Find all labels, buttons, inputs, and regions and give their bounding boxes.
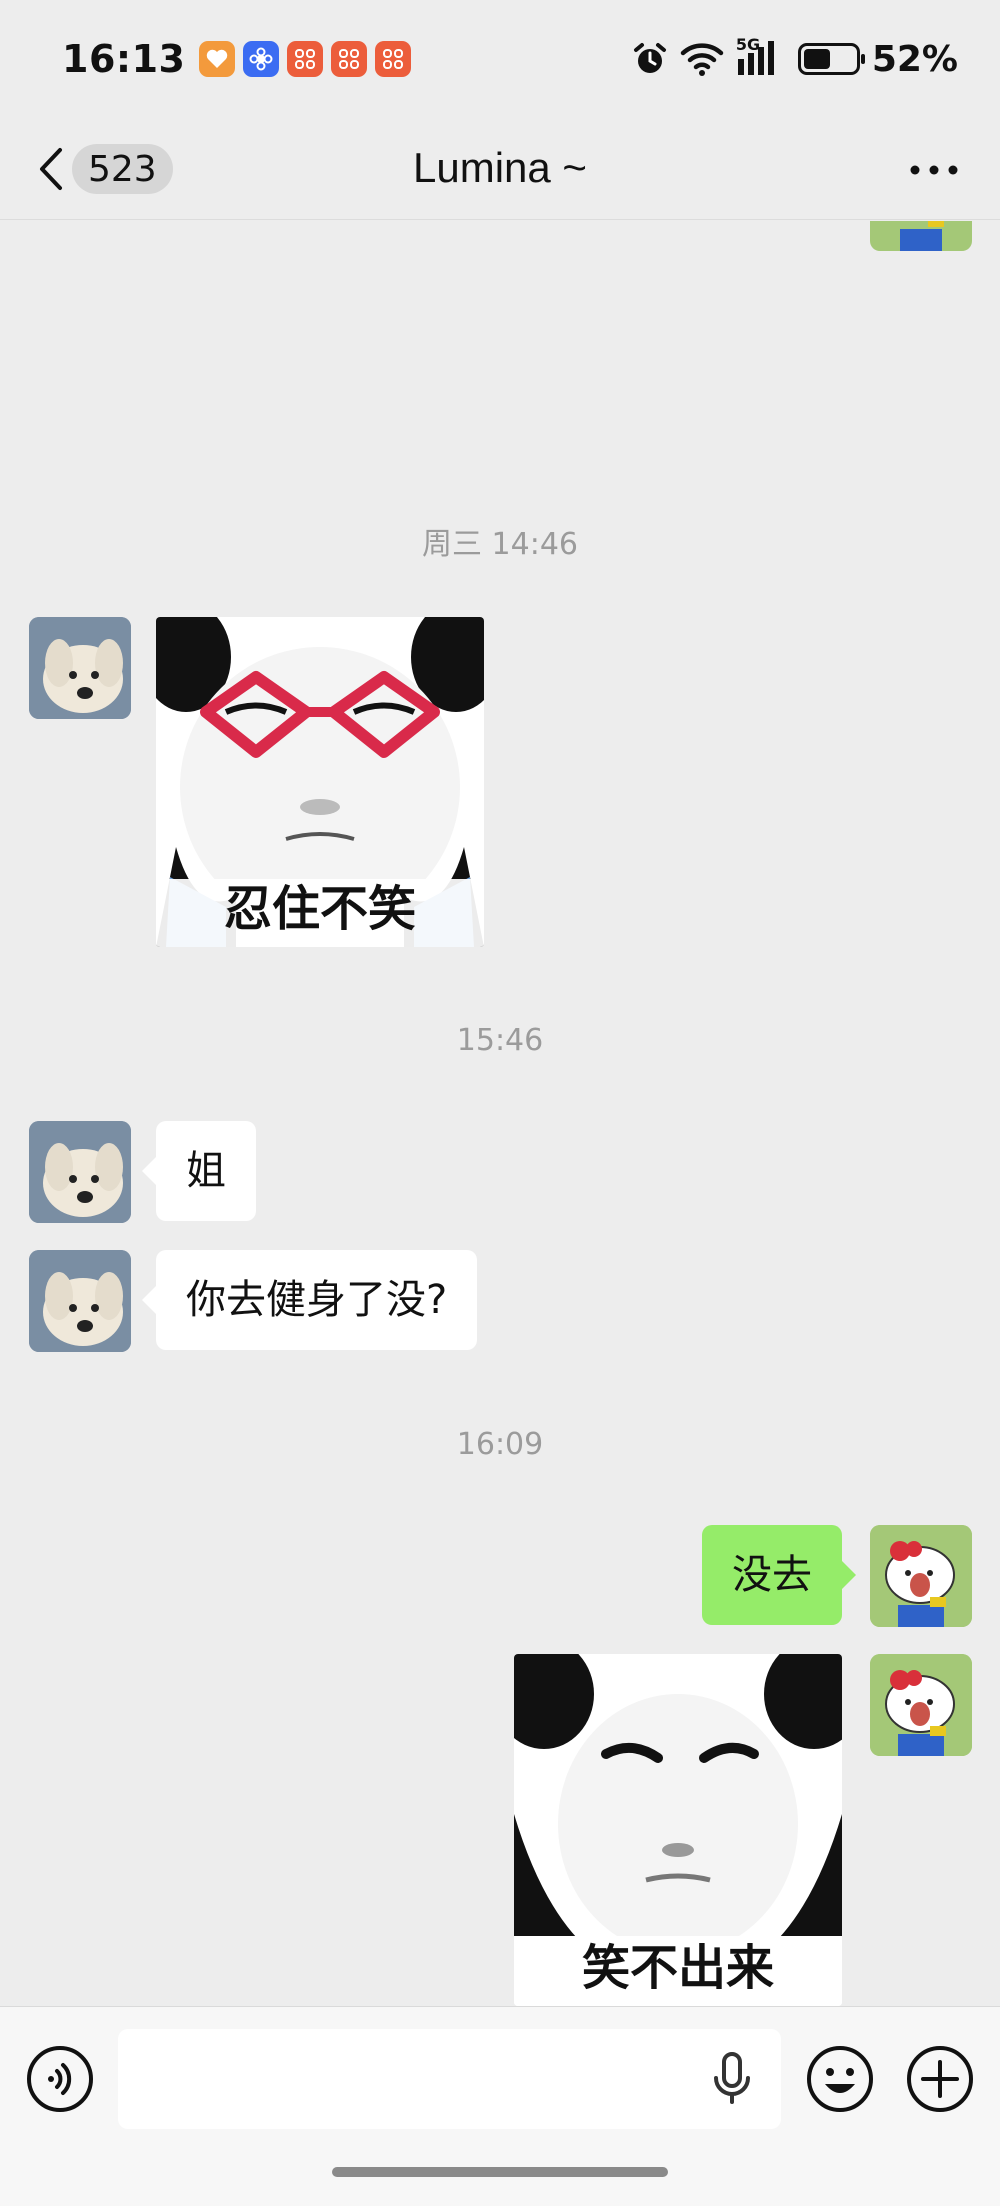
timestamp: 周三 14:46 [422, 527, 578, 562]
voice-input-button[interactable] [702, 2044, 762, 2114]
contact-avatar[interactable] [29, 1250, 131, 1352]
status-bar: 16:13 5G 52% [0, 0, 1000, 118]
own-avatar[interactable] [870, 1654, 972, 1756]
emoji-button[interactable] [805, 2044, 875, 2114]
voice-toggle-button[interactable] [25, 2044, 95, 2114]
flower-app-icon [243, 41, 280, 77]
home-indicator[interactable] [332, 2167, 668, 2177]
message-input[interactable] [118, 2029, 781, 2129]
sticker-caption: 笑不出来 [581, 1940, 774, 1996]
wifi-icon [680, 43, 724, 76]
status-time: 16:13 [62, 37, 186, 81]
own-avatar[interactable] [870, 1525, 972, 1627]
more-functions-button[interactable] [905, 2044, 975, 2114]
signal-icon: 5G [736, 35, 786, 79]
grid-app-icon [331, 41, 368, 77]
microphone-icon [714, 2052, 750, 2104]
own-avatar[interactable] [870, 221, 972, 251]
sent-message-bubble[interactable]: 没去 [702, 1525, 856, 1625]
emoji-icon [807, 2046, 873, 2112]
sticker-message[interactable]: 忍住不笑 [156, 617, 484, 947]
timestamp: 15:46 [456, 1023, 544, 1058]
battery-icon [797, 43, 865, 75]
notification-app-icons [199, 41, 412, 77]
heart-app-icon [199, 41, 236, 77]
sticker-caption: 忍住不笑 [223, 881, 416, 937]
chat-header: 523 Lumina ~ [0, 118, 1000, 220]
sticker-message[interactable]: 笑不出来 [514, 1654, 842, 2006]
more-options-button[interactable] [904, 142, 964, 198]
status-indicators: 5G 52% [632, 35, 958, 80]
timestamp: 16:09 [456, 1427, 544, 1462]
voice-icon [27, 2046, 93, 2112]
contact-avatar[interactable] [29, 1121, 131, 1223]
received-message-bubble[interactable]: 你去健身了没? [141, 1250, 478, 1350]
more-icon [910, 165, 958, 175]
alarm-icon [633, 43, 666, 73]
grid-app-icon [287, 41, 324, 77]
message-list[interactable]: 周三 14:46 忍住不笑 15:46 姐 你去健身了没? 16:09 没去 笑… [0, 221, 1000, 2006]
grid-app-icon [375, 41, 412, 77]
chat-title: Lumina ~ [413, 144, 587, 191]
contact-avatar[interactable] [29, 617, 131, 719]
add-icon [907, 2046, 973, 2112]
received-message-bubble[interactable]: 姐 [142, 1121, 256, 1221]
battery-percent: 52% [871, 38, 958, 80]
